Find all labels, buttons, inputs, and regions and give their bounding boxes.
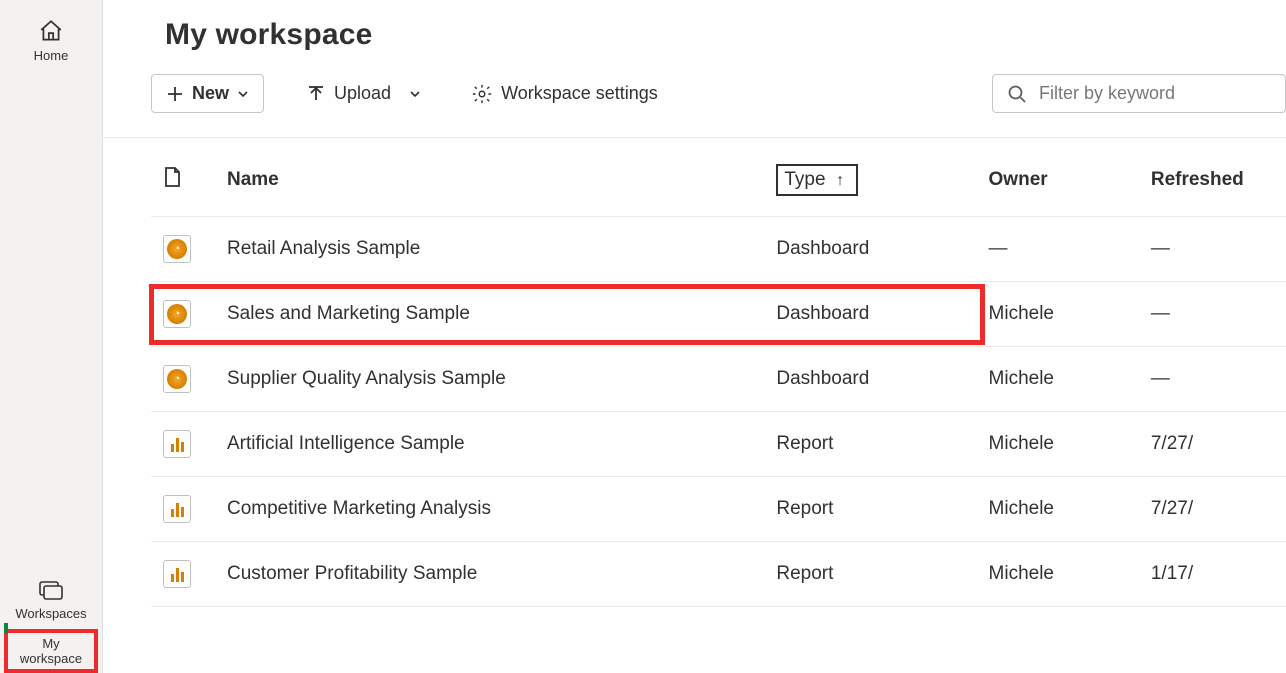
row-icon-cell: ◔: [151, 282, 215, 347]
report-icon: [163, 495, 191, 523]
column-header-file[interactable]: [151, 138, 215, 217]
sidebar-item-home[interactable]: Home: [0, 10, 102, 71]
table: Name Type ↑ Owner Refreshed ◔ Retail Anal…: [103, 138, 1286, 673]
workspaces-icon: [38, 580, 64, 602]
sidebar-item-my-workspace[interactable]: My workspace: [4, 629, 98, 673]
table-row[interactable]: ◔ Sales and Marketing SampleDashboardMich…: [151, 282, 1286, 347]
sidebar: Home Workspaces My workspace: [0, 0, 103, 673]
column-header-refreshed[interactable]: Refreshed: [1139, 138, 1286, 217]
column-header-type[interactable]: Type ↑: [764, 138, 976, 217]
report-icon: [163, 560, 191, 588]
row-type: Report: [764, 542, 976, 607]
row-name[interactable]: Retail Analysis Sample: [215, 217, 764, 282]
dashboard-icon: ◔: [163, 365, 191, 393]
toolbar: New Upload: [103, 74, 1286, 138]
new-button[interactable]: New: [151, 74, 264, 113]
row-owner: Michele: [977, 282, 1139, 347]
row-owner: Michele: [977, 477, 1139, 542]
row-type: Dashboard: [764, 347, 976, 412]
plus-icon: [166, 85, 184, 103]
row-owner: Michele: [977, 542, 1139, 607]
table-header-row: Name Type ↑ Owner Refreshed: [151, 138, 1286, 217]
search-icon: [1007, 84, 1027, 104]
new-button-label: New: [192, 83, 229, 104]
upload-button[interactable]: Upload: [298, 77, 429, 110]
table-row[interactable]: Artificial Intelligence SampleReportMich…: [151, 412, 1286, 477]
column-header-type-label: Type: [784, 169, 825, 190]
workspace-settings-button[interactable]: Workspace settings: [463, 77, 666, 111]
gear-icon: [471, 83, 493, 105]
dashboard-icon: ◔: [163, 300, 191, 328]
row-owner: —: [977, 217, 1139, 282]
row-refreshed: —: [1139, 282, 1286, 347]
row-refreshed: —: [1139, 217, 1286, 282]
upload-icon: [306, 84, 326, 104]
column-header-name[interactable]: Name: [215, 138, 764, 217]
table-row[interactable]: Competitive Marketing AnalysisReportMich…: [151, 477, 1286, 542]
dashboard-icon: ◔: [163, 235, 191, 263]
sort-ascending-icon: ↑: [836, 172, 844, 189]
column-header-owner[interactable]: Owner: [977, 138, 1139, 217]
header: My workspace: [103, 0, 1286, 74]
row-refreshed: 7/27/: [1139, 412, 1286, 477]
row-type: Report: [764, 477, 976, 542]
row-name[interactable]: Artificial Intelligence Sample: [215, 412, 764, 477]
row-refreshed: 7/27/: [1139, 477, 1286, 542]
row-icon-cell: [151, 477, 215, 542]
filter-box[interactable]: [992, 74, 1286, 113]
row-name[interactable]: Competitive Marketing Analysis: [215, 477, 764, 542]
row-icon-cell: [151, 412, 215, 477]
row-owner: Michele: [977, 412, 1139, 477]
row-refreshed: 1/17/: [1139, 542, 1286, 607]
sidebar-item-workspaces[interactable]: Workspaces: [0, 572, 102, 629]
row-type: Report: [764, 412, 976, 477]
row-icon-cell: [151, 542, 215, 607]
row-icon-cell: ◔: [151, 217, 215, 282]
file-icon: [163, 166, 181, 188]
table-row[interactable]: Customer Profitability SampleReportMiche…: [151, 542, 1286, 607]
row-name[interactable]: Sales and Marketing Sample: [215, 282, 764, 347]
page-title: My workspace: [165, 18, 1286, 52]
table-row[interactable]: ◔ Supplier Quality Analysis SampleDashboa…: [151, 347, 1286, 412]
home-icon: [38, 18, 64, 44]
row-owner: Michele: [977, 347, 1139, 412]
report-icon: [163, 430, 191, 458]
chevron-down-icon: [237, 88, 249, 100]
row-icon-cell: ◔: [151, 347, 215, 412]
row-name[interactable]: Customer Profitability Sample: [215, 542, 764, 607]
filter-input[interactable]: [1039, 83, 1271, 104]
main: My workspace New Upload: [103, 0, 1286, 673]
chevron-down-icon: [409, 88, 421, 100]
row-type: Dashboard: [764, 282, 976, 347]
sidebar-item-label: Home: [34, 48, 69, 63]
workspace-settings-label: Workspace settings: [501, 83, 658, 104]
row-refreshed: —: [1139, 347, 1286, 412]
table-row[interactable]: ◔Retail Analysis SampleDashboard——: [151, 217, 1286, 282]
upload-button-label: Upload: [334, 83, 391, 104]
sidebar-item-label: Workspaces: [15, 606, 86, 621]
row-type: Dashboard: [764, 217, 976, 282]
row-name[interactable]: Supplier Quality Analysis Sample: [215, 347, 764, 412]
sidebar-item-label: My workspace: [20, 636, 82, 666]
